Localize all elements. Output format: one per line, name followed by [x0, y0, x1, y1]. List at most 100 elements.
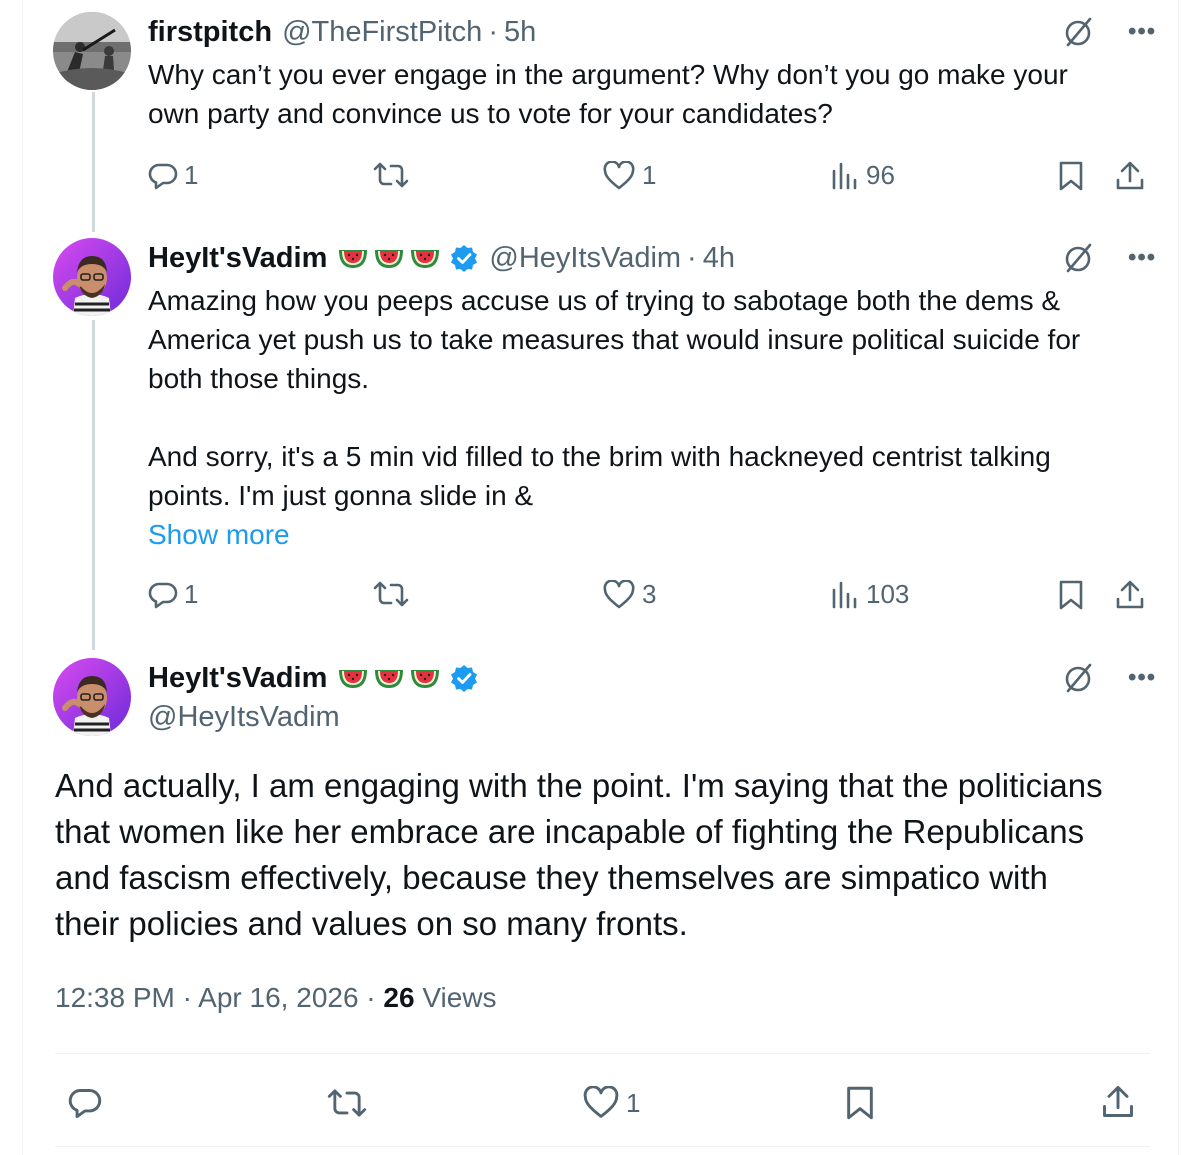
- bookmark-icon: [1059, 161, 1083, 191]
- tweet-text-line: America yet push us to take measures tha…: [148, 324, 1081, 355]
- tweet-text-line: points. I'm just gonna slide in &: [148, 480, 534, 511]
- tweet-corner-actions: •••: [1060, 14, 1156, 50]
- like-button[interactable]: 1: [602, 160, 656, 191]
- share-button[interactable]: [1100, 1084, 1136, 1120]
- show-more-link[interactable]: Show more: [148, 515, 1158, 554]
- separator-dot: ·: [488, 15, 498, 48]
- reply-icon: [148, 582, 178, 608]
- tweet-text: And actually, I am engaging with the poi…: [55, 763, 1165, 947]
- tweet-header: firstpitch @TheFirstPitch · 5h: [148, 12, 536, 52]
- reply-button[interactable]: [67, 1086, 103, 1120]
- repost-icon: [327, 1089, 367, 1117]
- tweet-timestamp[interactable]: 12:38 PM · Apr 16, 2026 ·: [55, 982, 383, 1013]
- tweet-text-line: And sorry, it's a 5 min vid filled to th…: [148, 441, 1051, 472]
- tweet-text-line: Why can’t you ever engage in the argumen…: [148, 59, 1068, 90]
- grok-icon[interactable]: [1060, 660, 1096, 696]
- divider: [55, 1146, 1150, 1147]
- tweet-time[interactable]: 4h: [703, 242, 735, 275]
- user-handle[interactable]: @HeyItsVadim: [489, 242, 681, 275]
- tweet-header: HeyIt'sVadim: [148, 658, 479, 698]
- name-emojis: [337, 666, 445, 690]
- tweet-text-line: own party and convince us to vote for yo…: [148, 98, 833, 129]
- views-label: Views: [414, 982, 497, 1013]
- thread-connector: [92, 320, 95, 650]
- views-button[interactable]: 96: [830, 160, 895, 191]
- like-count: 1: [626, 1087, 641, 1118]
- user-handle[interactable]: @TheFirstPitch: [282, 16, 482, 49]
- display-name[interactable]: firstpitch: [148, 16, 272, 49]
- bookmark-button[interactable]: [1056, 160, 1086, 192]
- reply-button[interactable]: 1: [148, 579, 198, 610]
- grok-icon[interactable]: [1060, 240, 1096, 276]
- main-handle-row: @HeyItsVadim: [148, 697, 340, 737]
- more-icon[interactable]: •••: [1128, 20, 1156, 44]
- views-count: 26: [383, 982, 415, 1013]
- bookmark-icon: [847, 1086, 873, 1120]
- display-name[interactable]: HeyIt'sVadim: [148, 662, 327, 695]
- share-icon: [1116, 161, 1144, 190]
- reply-button[interactable]: 1: [148, 160, 198, 191]
- watermelon-emoji: [411, 250, 440, 268]
- tweet-text-line: Amazing how you peeps accuse us of tryin…: [148, 285, 1061, 316]
- reply-icon: [148, 163, 178, 189]
- reply-icon: [68, 1089, 102, 1119]
- paragraph-spacer: [148, 398, 1158, 437]
- tweet-text: Amazing how you peeps accuse us of tryin…: [148, 281, 1158, 554]
- repost-icon: [373, 162, 409, 188]
- tweet-text-line: And actually, I am engaging with the poi…: [55, 767, 1103, 804]
- verified-badge-icon[interactable]: [449, 663, 479, 693]
- reply-count: 1: [184, 579, 199, 609]
- tweet-text-line: and fascism effectively, because they th…: [55, 859, 1048, 896]
- share-button[interactable]: [1114, 160, 1146, 192]
- watermelon-emoji: [339, 250, 368, 268]
- timeline-border-left: [22, 0, 23, 1155]
- watermelon-emoji: [375, 670, 404, 688]
- verified-badge-icon[interactable]: [449, 243, 479, 273]
- tweet-text-line: that women like her embrace are incapabl…: [55, 813, 1085, 850]
- user-handle[interactable]: @HeyItsVadim: [148, 701, 340, 734]
- views-button[interactable]: 103: [830, 579, 909, 610]
- view-count: 96: [866, 160, 895, 190]
- tweet-text-line: their policies and values on so many fro…: [55, 905, 688, 942]
- avatar-firstpitch[interactable]: [53, 12, 131, 90]
- watermelon-emoji: [375, 250, 404, 268]
- more-icon[interactable]: •••: [1128, 246, 1156, 270]
- more-icon[interactable]: •••: [1128, 666, 1156, 690]
- like-count: 1: [642, 160, 657, 190]
- like-button[interactable]: 1: [582, 1086, 640, 1120]
- share-button[interactable]: [1114, 579, 1146, 611]
- heart-icon: [583, 1086, 619, 1118]
- bookmark-button[interactable]: [1056, 579, 1086, 611]
- tweet-meta: 12:38 PM · Apr 16, 2026 · 26 Views: [55, 982, 497, 1014]
- share-icon: [1116, 580, 1144, 609]
- views-icon: [832, 162, 857, 189]
- view-count: 103: [866, 579, 910, 609]
- separator-dot: ·: [687, 241, 697, 274]
- divider: [55, 1053, 1150, 1054]
- reply-count: 1: [184, 160, 199, 190]
- like-button[interactable]: 3: [602, 579, 656, 610]
- display-name[interactable]: HeyIt'sVadim: [148, 242, 327, 275]
- share-icon: [1103, 1085, 1133, 1117]
- tweet-corner-actions: •••: [1060, 660, 1156, 696]
- tweet-header: HeyIt'sVadim: [148, 238, 735, 278]
- heart-icon: [603, 160, 635, 189]
- avatar-heyitsvadim[interactable]: [53, 238, 131, 316]
- tweet-text-line: both those things.: [148, 363, 370, 394]
- tweet-time[interactable]: 5h: [504, 16, 536, 49]
- repost-button[interactable]: [326, 1086, 368, 1120]
- thread-connector: [92, 92, 95, 232]
- bookmark-icon: [1059, 580, 1083, 610]
- watermelon-emoji: [339, 670, 368, 688]
- bookmark-button[interactable]: [843, 1084, 877, 1122]
- name-emojis: [337, 246, 445, 270]
- grok-icon[interactable]: [1060, 14, 1096, 50]
- like-count: 3: [642, 579, 657, 609]
- tweet-corner-actions: •••: [1060, 240, 1156, 276]
- timeline-border-right: [1178, 0, 1179, 1155]
- avatar-heyitsvadim[interactable]: [53, 658, 131, 736]
- heart-icon: [603, 579, 635, 608]
- watermelon-emoji: [411, 670, 440, 688]
- repost-button[interactable]: [372, 160, 410, 190]
- repost-button[interactable]: [372, 579, 410, 609]
